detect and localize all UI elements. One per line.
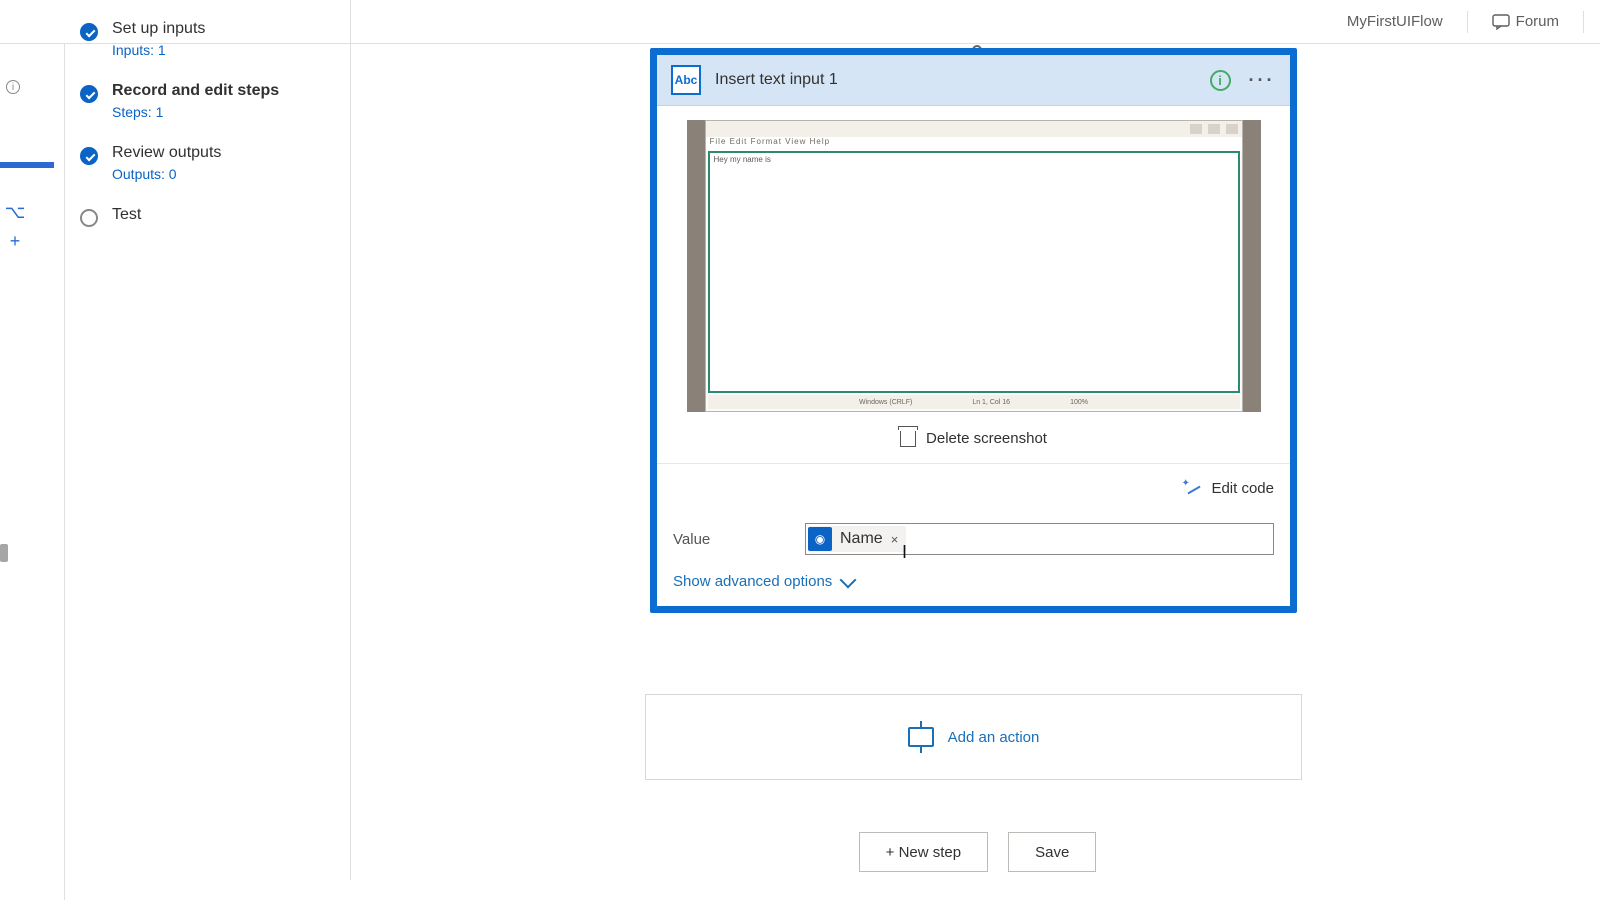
step-title: Record and edit steps [112,82,279,100]
text-type-icon: Abc [671,65,701,95]
edit-code-label: Edit code [1211,480,1274,497]
step-record-edit[interactable]: Record and edit steps Steps: 1 [80,82,350,120]
action-title: Insert text input 1 [715,71,1192,89]
more-button[interactable]: ··· [1248,66,1276,94]
cropped-text: email a n [0,766,65,782]
screenshot-statusbar: Windows (CRLF) Ln 1, Col 16 100% [708,395,1240,409]
new-step-button[interactable]: + New step [859,832,988,872]
divider [657,463,1290,464]
sidebar-divider [350,0,351,880]
cropped-text: gnated even [0,272,65,288]
topbar-divider [1583,11,1584,33]
delete-screenshot-label: Delete screenshot [926,430,1047,447]
step-title: Review outputs [112,144,221,162]
plus-icon[interactable]: + [0,231,30,252]
cropped-text: email attac [0,548,65,564]
action-card-insert-text: Abc Insert text input 1 i ··· File Edit … [650,48,1297,613]
ellipsis-icon: ··· [1249,70,1276,91]
recorded-screenshot[interactable]: File Edit Format View Help Hey my name i… [687,120,1261,412]
value-label: Value [673,531,791,548]
topbar-divider [1467,11,1468,33]
chat-icon [1492,14,1510,30]
save-button[interactable]: Save [1008,832,1096,872]
chevron-down-icon [840,571,857,588]
cropped-text: late i [0,382,65,400]
branch-icon[interactable]: ⌥ [0,202,30,223]
show-advanced-options[interactable]: Show advanced options [673,573,1274,590]
screenshot-window-menubar: File Edit Format View Help [706,137,1242,151]
rail-active-indicator [0,162,54,168]
cropped-heading: ake a fl [0,44,65,57]
forum-label: Forum [1516,13,1559,30]
wand-icon [1183,482,1201,496]
step-dot-icon [80,85,98,103]
step-subtitle: Outputs: 0 [112,166,221,182]
advanced-label: Show advanced options [673,573,832,590]
add-action-label: Add an action [948,729,1040,746]
step-title: Test [112,206,141,224]
step-test[interactable]: Test [80,206,350,227]
value-input[interactable]: ◉ Name × I [805,523,1274,555]
flow-name: MyFirstUIFlow [1347,13,1443,30]
action-card-header[interactable]: Abc Insert text input 1 i ··· [657,55,1290,106]
delete-screenshot-button[interactable]: Delete screenshot [673,430,1274,447]
step-review-outputs[interactable]: Review outputs Outputs: 0 [80,144,350,182]
text-cursor-icon: I [902,542,907,563]
info-icon: i [1210,70,1231,91]
step-setup-inputs[interactable]: Set up inputs Inputs: 1 [80,20,350,58]
info-icon: i [6,80,20,94]
cropped-text: ote work [0,432,65,448]
add-action-button[interactable]: Add an action [645,694,1302,780]
remove-token-icon[interactable]: × [891,532,899,547]
dynamic-token-name: Name [840,530,883,548]
step-dot-icon [80,209,98,227]
left-rail: ake a fl i ⌥ + gnated even late i ote wo… [0,44,65,900]
step-subtitle: Inputs: 1 [112,42,205,58]
screenshot-window-titlebar [706,121,1242,137]
add-action-icon [908,727,934,747]
step-dot-icon [80,147,98,165]
trash-icon [900,431,916,447]
step-title: Set up inputs [112,20,205,38]
forum-link[interactable]: Forum [1492,13,1559,30]
dynamic-token[interactable]: ◉ Name × [808,526,906,552]
wizard-steps: Set up inputs Inputs: 1 Record and edit … [80,20,350,251]
edit-code-button[interactable]: Edit code [673,480,1274,497]
info-button[interactable]: i [1206,66,1234,94]
dynamic-token-icon: ◉ [808,527,832,551]
step-subtitle: Steps: 1 [112,104,279,120]
step-dot-icon [80,23,98,41]
screenshot-typed-text: Hey my name is [710,153,1238,166]
